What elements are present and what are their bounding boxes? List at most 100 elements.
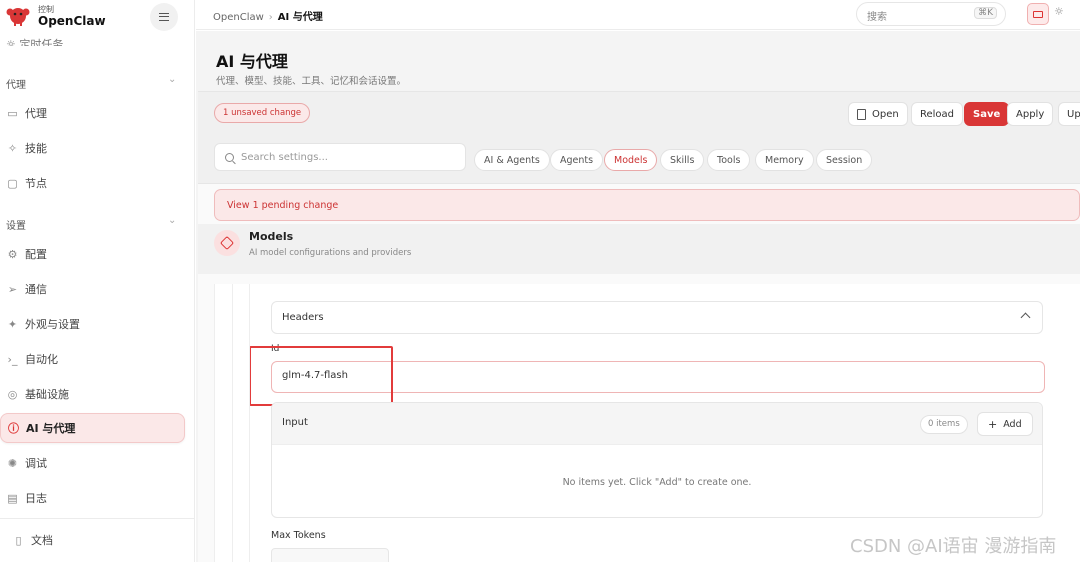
sidebar-item-label: 通信 bbox=[25, 283, 47, 296]
sidebar-item-label: 日志 bbox=[25, 492, 47, 505]
update-button[interactable]: Upd bbox=[1058, 102, 1080, 126]
section-label-settings: 设置 bbox=[6, 221, 26, 232]
watermark-text: CSDN @AI语宙 漫游指南 bbox=[850, 536, 1057, 557]
openclaw-logo bbox=[6, 8, 30, 26]
top-bar: OpenClaw › AI 与代理 搜索 ⌘K ☼ bbox=[196, 0, 1080, 30]
section-label-agent: 代理 bbox=[6, 80, 26, 91]
sidebar-item-label: 定时任务 bbox=[19, 38, 64, 46]
brand-name: OpenClaw bbox=[38, 14, 106, 28]
sidebar-item-label: 自动化 bbox=[25, 353, 58, 366]
sun-icon: ✦ bbox=[7, 317, 18, 331]
section-subtitle: AI model configurations and providers bbox=[249, 248, 412, 258]
open-label: Open bbox=[872, 108, 899, 120]
sidebar-item-label: 外观与设置 bbox=[25, 318, 80, 331]
terminal-icon: ›_ bbox=[7, 352, 18, 366]
chevron-up-icon[interactable] bbox=[1020, 312, 1031, 323]
sparkle-icon: ✧ bbox=[7, 141, 18, 155]
info-icon: ⓘ bbox=[8, 422, 19, 435]
headers-label: Headers bbox=[282, 312, 324, 323]
sidebar-item-appearance[interactable]: ✦ 外观与设置 bbox=[0, 309, 185, 339]
config-toolbar: 1 unsaved change Open Reload Save Apply … bbox=[198, 91, 1080, 135]
light-theme-button[interactable]: ☼ bbox=[1054, 5, 1064, 18]
sidebar-item-infrastructure[interactable]: ◎ 基础设施 bbox=[0, 379, 185, 409]
breadcrumb-root[interactable]: OpenClaw bbox=[213, 12, 264, 23]
sidebar-item-config[interactable]: ⚙ 配置 bbox=[0, 239, 185, 269]
main-content: AI 与代理 代理、模型、技能、工具、记忆和会话设置。 1 unsaved ch… bbox=[196, 31, 1080, 562]
max-tokens-label: Max Tokens bbox=[271, 530, 326, 541]
globe-icon: ◎ bbox=[7, 387, 18, 401]
sidebar-item-label: 节点 bbox=[25, 177, 47, 190]
apply-button[interactable]: Apply bbox=[1007, 102, 1054, 126]
breadcrumb-separator: › bbox=[268, 12, 273, 23]
sidebar-item-agents[interactable]: ▭ 代理 bbox=[0, 98, 185, 128]
sidebar-item-comms[interactable]: ➢ 通信 bbox=[0, 274, 185, 304]
save-button[interactable]: Save bbox=[964, 102, 1010, 126]
sun-icon: ☼ bbox=[1054, 5, 1064, 18]
chevron-down-icon[interactable]: ⌄ bbox=[168, 215, 176, 226]
breadcrumb: OpenClaw › AI 与代理 bbox=[213, 8, 323, 23]
clock-icon: ☼ bbox=[6, 38, 20, 46]
models-panel: View 1 pending change Models AI model co… bbox=[198, 183, 1080, 562]
add-label: Add bbox=[1003, 418, 1022, 430]
reload-button[interactable]: Reload bbox=[911, 102, 964, 126]
empty-state-text: No items yet. Click "Add" to create one. bbox=[562, 477, 752, 488]
sidebar-item-debug[interactable]: ✺ 调试 bbox=[0, 448, 185, 478]
sidebar-item-label: 调试 bbox=[25, 457, 47, 470]
sidebar-item-label: 基础设施 bbox=[25, 388, 69, 401]
items-count-badge: 0 items bbox=[920, 415, 968, 434]
monitor-icon bbox=[1033, 10, 1043, 18]
breadcrumb-current: AI 与代理 bbox=[277, 12, 323, 23]
add-item-button[interactable]: + Add bbox=[977, 412, 1033, 436]
pending-change-banner[interactable]: View 1 pending change bbox=[214, 189, 1080, 221]
search-icon bbox=[225, 152, 234, 162]
model-config-form: Headers Id glm-4.7-flash Input 0 items +… bbox=[214, 284, 1080, 562]
menu-toggle-button[interactable] bbox=[150, 3, 178, 31]
chip-session[interactable]: Session bbox=[816, 149, 873, 171]
sidebar-item-label: AI 与代理 bbox=[26, 422, 76, 435]
input-list-header: Input 0 items + Add bbox=[272, 403, 1042, 445]
models-section-header: Models AI model configurations and provi… bbox=[198, 224, 1080, 274]
search-placeholder: 搜索 bbox=[867, 12, 887, 23]
unsaved-badge: 1 unsaved change bbox=[214, 103, 311, 123]
input-title: Input bbox=[282, 417, 308, 428]
input-list-card: Input 0 items + Add No items yet. Click … bbox=[271, 402, 1043, 518]
hamburger-icon bbox=[159, 13, 169, 21]
settings-search-input[interactable]: Search settings... bbox=[214, 143, 466, 171]
sidebar-item-automation[interactable]: ›_ 自动化 bbox=[0, 344, 185, 374]
send-icon: ➢ bbox=[7, 282, 18, 296]
sidebar-divider bbox=[0, 518, 195, 519]
cube-icon bbox=[214, 230, 240, 256]
sidebar-item-cron[interactable]: ☼ 定时任务 bbox=[6, 36, 63, 46]
chip-agents[interactable]: Agents bbox=[550, 149, 604, 171]
bug-icon: ✺ bbox=[7, 456, 18, 470]
system-theme-button[interactable] bbox=[1027, 3, 1049, 25]
headers-collapsible[interactable]: Headers bbox=[271, 301, 1043, 334]
chip-ai-agents[interactable]: AI & Agents bbox=[474, 149, 550, 171]
sidebar-item-label: 配置 bbox=[25, 248, 47, 261]
sidebar-item-label: 代理 bbox=[25, 107, 47, 120]
settings-filter-row: Search settings... AI & Agents Agents Mo… bbox=[198, 135, 1080, 183]
max-tokens-field[interactable] bbox=[271, 548, 389, 562]
search-placeholder: Search settings... bbox=[241, 151, 328, 163]
monitor-icon: ▢ bbox=[7, 176, 18, 190]
sidebar-item-skills[interactable]: ✧ 技能 bbox=[0, 133, 185, 163]
folder-icon: ▭ bbox=[7, 106, 18, 120]
book-icon: ▯ bbox=[15, 533, 22, 547]
gear-icon: ⚙ bbox=[7, 247, 18, 261]
sidebar-item-logs[interactable]: ▤ 日志 bbox=[0, 483, 185, 513]
global-search-input[interactable]: 搜索 ⌘K bbox=[856, 2, 1006, 26]
chip-tools[interactable]: Tools bbox=[707, 149, 751, 171]
file-icon: ▤ bbox=[7, 491, 18, 505]
chip-models[interactable]: Models bbox=[604, 149, 658, 171]
sidebar-item-docs[interactable]: ▯ 文档 bbox=[0, 525, 185, 555]
sidebar-item-ai-agents[interactable]: ⓘ AI 与代理 bbox=[0, 413, 185, 443]
shortcut-badge: ⌘K bbox=[974, 7, 997, 19]
sidebar-item-nodes[interactable]: ▢ 节点 bbox=[0, 168, 185, 198]
chip-memory[interactable]: Memory bbox=[755, 149, 814, 171]
chevron-down-icon[interactable]: ⌄ bbox=[168, 74, 176, 85]
annotation-highlight-box bbox=[249, 346, 393, 406]
page-title: AI 与代理 bbox=[216, 52, 288, 71]
open-button[interactable]: Open bbox=[848, 102, 908, 126]
document-icon bbox=[857, 108, 866, 120]
chip-skills[interactable]: Skills bbox=[660, 149, 705, 171]
